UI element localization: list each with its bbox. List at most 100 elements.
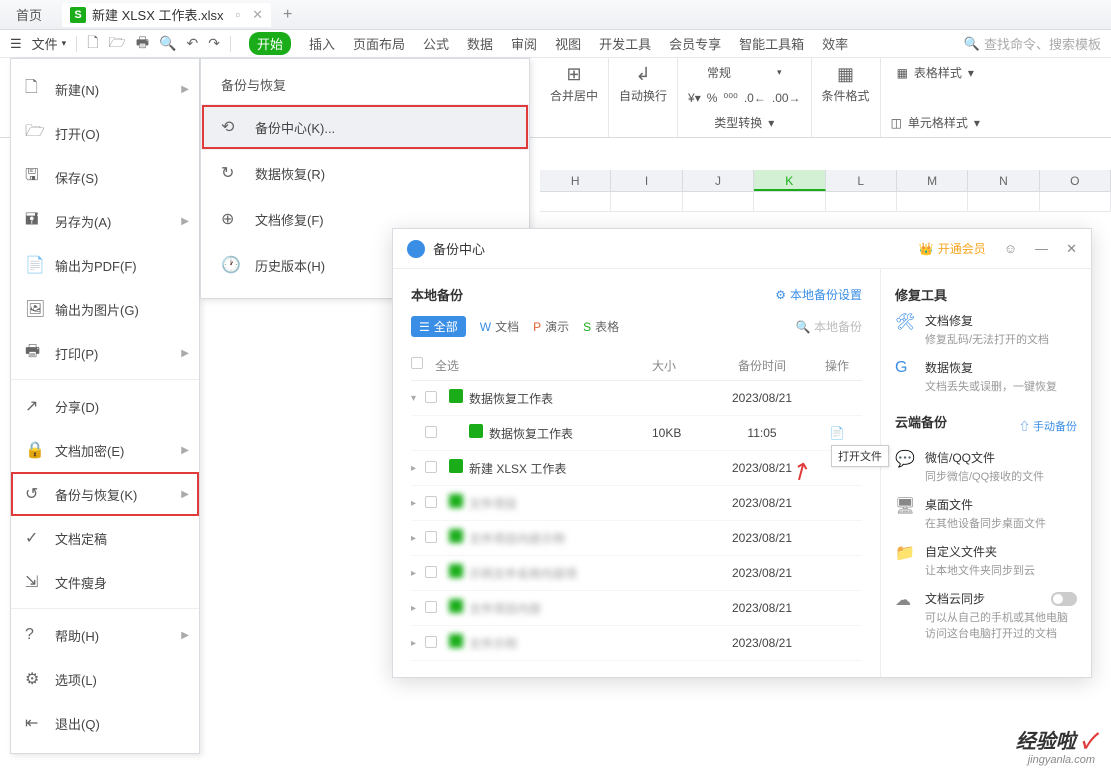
backup-row[interactable]: ▾ 数据恢复工作表 2023/08/21 [411, 381, 862, 416]
minimize-button[interactable]: — [1035, 241, 1048, 256]
filter-ppt[interactable]: P演示 [533, 318, 569, 335]
select-all-checkbox[interactable] [411, 357, 423, 369]
tab-view[interactable]: 视图 [555, 34, 581, 53]
conditional-format-button[interactable]: ▦ 条件格式 [822, 64, 870, 104]
tab-formula[interactable]: 公式 [423, 34, 449, 53]
file-icon [449, 564, 463, 578]
increase-decimal-icon[interactable]: .0← [744, 91, 766, 105]
number-format-select[interactable]: 常规 ▾ [707, 64, 782, 81]
col-header[interactable]: N [968, 170, 1039, 191]
menu-share[interactable]: ↗分享(D) [11, 384, 199, 428]
menu-slim[interactable]: ⇲文件瘦身 [11, 560, 199, 604]
tab-efficiency[interactable]: 效率 [822, 34, 848, 53]
local-backup-settings[interactable]: ⚙本地备份设置 [775, 286, 862, 303]
percent-icon[interactable]: % [707, 91, 718, 105]
home-tab[interactable]: 首页 [0, 0, 58, 29]
backup-row[interactable]: ▸ 文件项目 2023/08/21 [411, 486, 862, 521]
row-checkbox[interactable] [425, 601, 437, 613]
col-header[interactable]: M [897, 170, 968, 191]
tab-review[interactable]: 审阅 [511, 34, 537, 53]
row-checkbox[interactable] [425, 461, 437, 473]
menu-export-pdf[interactable]: 📄输出为PDF(F) [11, 243, 199, 287]
merge-center-button[interactable]: ⊞ 合并居中 [550, 64, 598, 104]
menu-save[interactable]: 🖫保存(S) [11, 155, 199, 199]
tab-dev[interactable]: 开发工具 [599, 34, 651, 53]
manual-backup-link[interactable]: ⇧ 手动备份 [1019, 418, 1077, 434]
tab-restore-icon[interactable]: ▫ [235, 7, 240, 22]
open-icon[interactable]: 🗁 [108, 32, 125, 56]
submenu-backup-center[interactable]: ⟲备份中心(K)... [201, 104, 529, 150]
filter-doc[interactable]: W文档 [480, 318, 519, 335]
menu-icon[interactable]: ☰ [10, 36, 22, 52]
wechat-sync-item[interactable]: 💬 微信/QQ文件同步微信/QQ接收的文件 [895, 449, 1077, 484]
row-checkbox[interactable] [425, 531, 437, 543]
menu-exit[interactable]: ⇤退出(Q) [11, 701, 199, 745]
filter-all[interactable]: ☰全部 [411, 316, 466, 337]
col-header[interactable]: I [611, 170, 682, 191]
tab-start[interactable]: 开始 [249, 32, 291, 55]
sync-toggle[interactable] [1051, 592, 1077, 606]
tab-data[interactable]: 数据 [467, 34, 493, 53]
tab-member[interactable]: 会员专享 [669, 34, 721, 53]
undo-icon[interactable]: ↶ [187, 35, 199, 52]
data-recover-item[interactable]: G 数据恢复文档丢失或误删，一键恢复 [895, 359, 1077, 394]
menu-options[interactable]: ⚙选项(L) [11, 657, 199, 701]
decrease-decimal-icon[interactable]: .00→ [772, 91, 801, 105]
menu-open[interactable]: 🗁打开(O) [11, 111, 199, 155]
backup-row[interactable]: ▸ 文件示例 2023/08/21 [411, 626, 862, 661]
menu-backup-restore[interactable]: ↺备份与恢复(K)▶ [11, 472, 199, 516]
backup-row[interactable]: ▸ 文件项目内容 2023/08/21 [411, 591, 862, 626]
menu-encrypt[interactable]: 🔒文档加密(E)▶ [11, 428, 199, 472]
col-header[interactable]: J [683, 170, 754, 191]
row-checkbox[interactable] [425, 636, 437, 648]
file-menu-button[interactable]: 文件 ▾ [32, 34, 67, 53]
add-tab-button[interactable]: + [283, 6, 292, 24]
tab-smart[interactable]: 智能工具箱 [739, 34, 804, 53]
col-header[interactable]: H [540, 170, 611, 191]
print-icon[interactable]: 🖶 [136, 32, 149, 56]
feedback-icon[interactable]: ☺ [1004, 241, 1017, 256]
member-link[interactable]: 👑开通会员 [919, 240, 986, 257]
type-convert-button[interactable]: 类型转换▾ [714, 114, 774, 131]
row-checkbox[interactable] [425, 566, 437, 578]
tab-close-icon[interactable]: ✕ [252, 7, 263, 23]
spreadsheet-grid[interactable]: H I J K L M N O [540, 170, 1111, 212]
col-header[interactable]: L [826, 170, 897, 191]
backup-search[interactable]: 🔍 本地备份 [796, 318, 862, 335]
menu-print[interactable]: 🖶打印(P)▶ [11, 331, 199, 375]
crown-icon: 👑 [919, 242, 934, 256]
row-checkbox[interactable] [425, 426, 437, 438]
col-header-active[interactable]: K [754, 170, 825, 191]
command-search[interactable]: 🔍 查找命令、搜索模板 [964, 34, 1101, 53]
backup-row[interactable]: ▸ 示例文件名称内容项 2023/08/21 [411, 556, 862, 591]
menu-help[interactable]: ?帮助(H)▶ [11, 613, 199, 657]
col-header[interactable]: O [1040, 170, 1111, 191]
row-checkbox[interactable] [425, 391, 437, 403]
new-icon[interactable]: 🗋 [87, 32, 98, 56]
submenu-data-recover[interactable]: ↻数据恢复(R) [201, 150, 529, 196]
redo-icon[interactable]: ↷ [208, 35, 220, 52]
backup-row[interactable]: ▸ 文件项目内容示例 2023/08/21 [411, 521, 862, 556]
menu-saveas[interactable]: 🖬另存为(A)▶ [11, 199, 199, 243]
document-tab[interactable]: S 新建 XLSX 工作表.xlsx ▫ ✕ [62, 3, 271, 27]
menu-export-img[interactable]: 🖼输出为图片(G) [11, 287, 199, 331]
tab-insert[interactable]: 插入 [309, 34, 335, 53]
row-checkbox[interactable] [425, 496, 437, 508]
backup-row[interactable]: 数据恢复工作表 10KB 11:05 📄 [411, 416, 862, 451]
tab-layout[interactable]: 页面布局 [353, 34, 405, 53]
cloud-sync-item[interactable]: ☁ 文档云同步可以从自己的手机或其他电脑访问这台电脑打开过的文档 [895, 590, 1077, 641]
menu-new[interactable]: 🗋新建(N)▶ [11, 67, 199, 111]
wrap-text-button[interactable]: ↲ 自动换行 [619, 64, 667, 104]
close-button[interactable]: ✕ [1066, 241, 1077, 257]
currency-icon[interactable]: ¥▾ [688, 91, 701, 105]
cell-style-button[interactable]: ◫ 单元格样式▾ [891, 114, 980, 131]
custom-folder-item[interactable]: 📁 自定义文件夹让本地文件夹同步到云 [895, 543, 1077, 578]
table-style-button[interactable]: ▦ 表格样式▾ [897, 64, 974, 81]
preview-icon[interactable]: 🔍 [159, 35, 176, 52]
comma-icon[interactable]: ⁰⁰⁰ [723, 91, 737, 105]
desktop-sync-item[interactable]: 🖥 桌面文件在其他设备同步桌面文件 [895, 496, 1077, 531]
doc-repair-item[interactable]: 🛠 文档修复修复乱码/无法打开的文档 [895, 312, 1077, 347]
menu-final[interactable]: ✓文档定稿 [11, 516, 199, 560]
filter-sheet[interactable]: S表格 [583, 318, 619, 335]
tab-bar: 首页 S 新建 XLSX 工作表.xlsx ▫ ✕ + [0, 0, 1111, 30]
